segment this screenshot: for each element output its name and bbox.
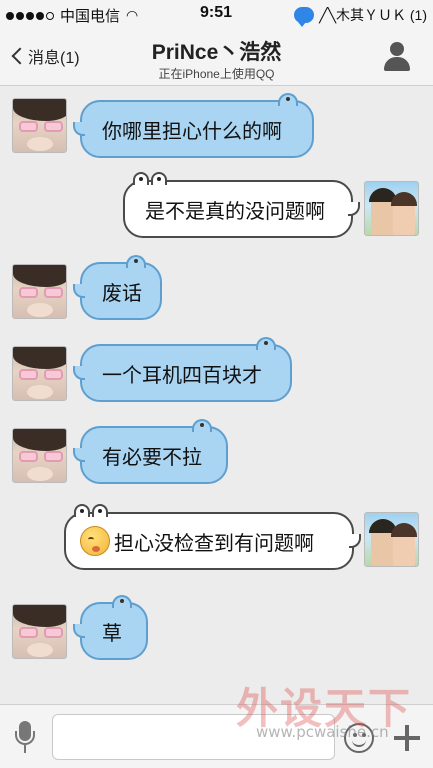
- status-bar: 中国电信 ◠ 9:51 ╱╲木其ＹＵＫ (1): [0, 0, 433, 28]
- contact-avatar[interactable]: [12, 98, 67, 153]
- incoming-message-bubble[interactable]: 你哪里担心什么的啊: [73, 93, 314, 158]
- carrier-label: 中国电信: [60, 8, 121, 25]
- message-text: 是不是真的没问题啊: [145, 200, 325, 223]
- chat-header: 消息(1) PriNce丶浩然 正在iPhone上使用QQ: [0, 28, 433, 86]
- message-text: 你哪里担心什么的啊: [102, 120, 282, 143]
- plus-icon[interactable]: [392, 723, 422, 753]
- notification-text: ╱╲木其ＹＵＫ (1): [319, 7, 427, 23]
- message-text: 草: [102, 622, 122, 645]
- contact-avatar[interactable]: [12, 604, 67, 659]
- chat-subtitle: 正在iPhone上使用QQ: [158, 67, 275, 81]
- contact-avatar[interactable]: [12, 346, 67, 401]
- contact-avatar[interactable]: [12, 264, 67, 319]
- signal-dots-icon: [6, 11, 54, 20]
- contact-avatar[interactable]: [12, 428, 67, 483]
- microphone-icon[interactable]: [14, 721, 36, 755]
- incoming-message-bubble[interactable]: 草: [73, 595, 148, 660]
- smiley-icon[interactable]: [344, 723, 374, 753]
- incoming-message-bubble[interactable]: 废话: [73, 255, 162, 320]
- message-text: 有必要不拉: [102, 446, 202, 469]
- my-avatar[interactable]: [364, 181, 419, 236]
- input-bar: [0, 704, 433, 768]
- outgoing-message-bubble[interactable]: 担心没检查到有问题啊: [64, 504, 361, 570]
- qq-message-icon: [294, 7, 315, 27]
- incoming-message-bubble[interactable]: 有必要不拉: [73, 419, 228, 484]
- outgoing-message-bubble[interactable]: 是不是真的没问题啊: [123, 172, 360, 238]
- shy-emoji-icon: [80, 526, 110, 556]
- clock: 9:51: [200, 4, 233, 21]
- profile-icon[interactable]: [383, 42, 411, 72]
- message-text: 一个耳机四百块才: [102, 364, 262, 387]
- wifi-icon: ◠: [126, 7, 139, 23]
- my-avatar[interactable]: [364, 512, 419, 567]
- chat-title: PriNce丶浩然: [151, 41, 282, 64]
- message-text: 废话: [102, 282, 142, 305]
- message-text: 担心没检查到有问题啊: [114, 532, 314, 555]
- incoming-message-bubble[interactable]: 一个耳机四百块才: [73, 337, 292, 402]
- message-input[interactable]: [52, 714, 335, 760]
